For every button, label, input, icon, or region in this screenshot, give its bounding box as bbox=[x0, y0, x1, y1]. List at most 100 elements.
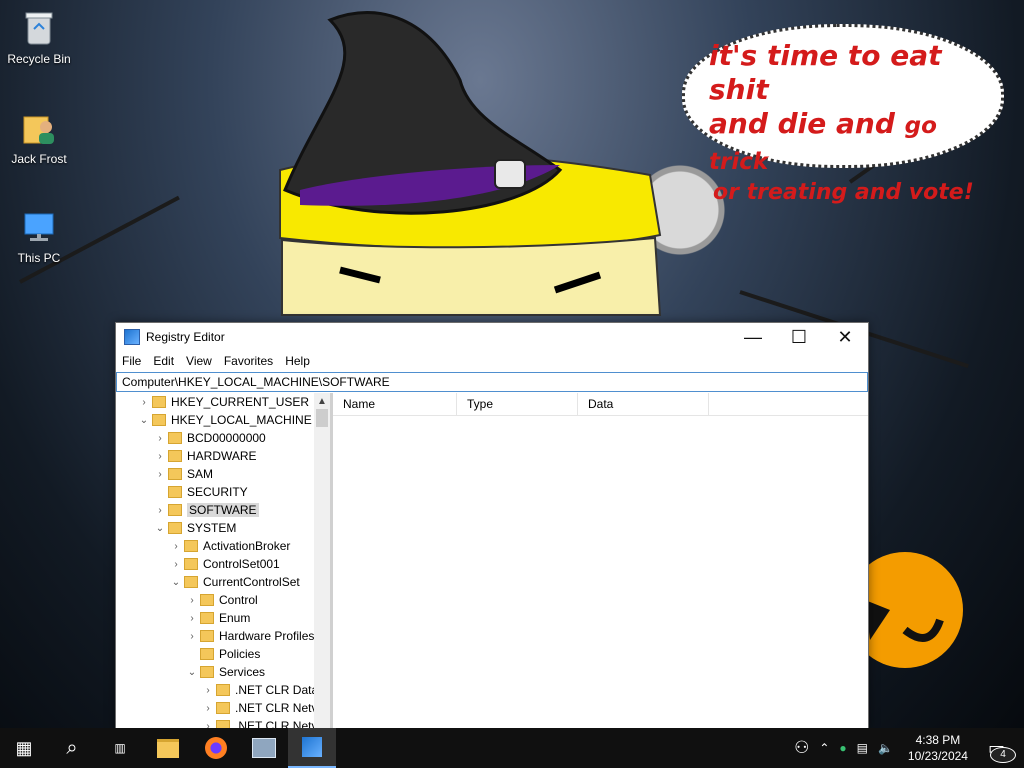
desktop-icon-this-pc[interactable]: This PC bbox=[1, 207, 77, 265]
expander-icon[interactable]: › bbox=[202, 681, 214, 699]
menu-help[interactable]: Help bbox=[279, 354, 316, 368]
tree-row[interactable]: › .NET CLR Netv bbox=[116, 699, 330, 717]
volume-icon[interactable]: 🔈 bbox=[873, 741, 898, 755]
title-bar[interactable]: Registry Editor — ☐ ✕ bbox=[116, 323, 868, 351]
minimize-button[interactable]: — bbox=[730, 323, 776, 351]
desktop-icon-recycle-bin[interactable]: Recycle Bin bbox=[1, 8, 77, 66]
windows-start-icon: ▦ bbox=[15, 737, 33, 758]
system-tray: ⚇ ⌃ ● ▤ 🔈 4:38 PM 10/23/2024 ▭ 4 bbox=[789, 728, 1024, 768]
registry-editor-taskbar-button[interactable] bbox=[288, 728, 336, 768]
task-view-button[interactable]: ▥ bbox=[96, 728, 144, 768]
tree-row-label: Control bbox=[219, 593, 258, 607]
desktop-icon-label: Recycle Bin bbox=[7, 52, 71, 66]
tree-row[interactable]: › SAM bbox=[116, 465, 330, 483]
scroll-up-icon[interactable]: ▲ bbox=[314, 393, 330, 409]
expander-icon[interactable]: › bbox=[202, 699, 214, 717]
folder-icon bbox=[168, 486, 182, 498]
tree-row-label: .NET CLR Data bbox=[235, 683, 319, 697]
scroll-thumb[interactable] bbox=[316, 409, 328, 427]
search-button[interactable]: ⌕ bbox=[48, 728, 96, 768]
column-type-header[interactable]: Type bbox=[457, 393, 578, 415]
expander-icon[interactable]: ⌄ bbox=[154, 519, 166, 537]
speech-line-3: or treating and vote! bbox=[713, 180, 974, 205]
expander-icon[interactable]: › bbox=[154, 501, 166, 519]
chevron-up-icon[interactable]: ⌃ bbox=[814, 741, 834, 755]
app-icon bbox=[252, 738, 276, 758]
expander-icon[interactable]: › bbox=[154, 429, 166, 447]
expander-icon[interactable]: › bbox=[186, 609, 198, 627]
speech-line-1: it's time to eat shit bbox=[709, 39, 942, 106]
clock-time: 4:38 PM bbox=[915, 733, 961, 747]
menu-edit[interactable]: Edit bbox=[147, 354, 180, 368]
tree-row[interactable]: › Enum bbox=[116, 609, 330, 627]
expander-icon[interactable]: ⌄ bbox=[170, 573, 182, 591]
folder-icon bbox=[184, 558, 198, 570]
speech-bubble: it's time to eat shit and die and go tri… bbox=[682, 24, 1004, 205]
tree-row[interactable]: › ActivationBroker bbox=[116, 537, 330, 555]
tree-row-label: SYSTEM bbox=[187, 521, 237, 535]
speech-line-2: and die and go trick bbox=[709, 107, 977, 179]
tree-row[interactable]: › HKEY_CURRENT_USER bbox=[116, 393, 330, 411]
folder-icon bbox=[200, 594, 214, 606]
app-button[interactable] bbox=[240, 728, 288, 768]
expander-icon[interactable]: › bbox=[138, 393, 150, 411]
close-button[interactable]: ✕ bbox=[822, 323, 868, 351]
recycle-bin-icon bbox=[19, 8, 59, 48]
tree-row[interactable]: › Control bbox=[116, 591, 330, 609]
desktop-icon-label: This PC bbox=[17, 251, 61, 265]
people-icon[interactable]: ⚇ bbox=[789, 738, 814, 758]
tree-row[interactable]: ⌄ HKEY_LOCAL_MACHINE bbox=[116, 411, 330, 429]
tree-row[interactable]: › ControlSet001 bbox=[116, 555, 330, 573]
registry-tree[interactable]: › HKEY_CURRENT_USER ⌄ HKEY_LOCAL_MACHINE › BC… bbox=[116, 393, 333, 729]
menu-favorites[interactable]: Favorites bbox=[218, 354, 279, 368]
tree-row[interactable]: Policies bbox=[116, 645, 330, 663]
menu-bar: File Edit View Favorites Help bbox=[116, 351, 868, 371]
folder-icon bbox=[200, 630, 214, 642]
menu-view[interactable]: View bbox=[180, 354, 218, 368]
maximize-button[interactable]: ☐ bbox=[776, 323, 822, 351]
expander-icon[interactable]: › bbox=[154, 447, 166, 465]
start-button[interactable]: ▦ bbox=[0, 728, 48, 768]
desktop-icon-user-folder[interactable]: Jack Frost bbox=[1, 108, 77, 166]
column-name-header[interactable]: Name bbox=[333, 393, 457, 415]
expander-icon[interactable]: › bbox=[170, 555, 182, 573]
notifications-button[interactable]: ▭ 4 bbox=[978, 738, 1024, 763]
tree-row[interactable]: › .NET CLR Data bbox=[116, 681, 330, 699]
registry-editor-window: Registry Editor — ☐ ✕ File Edit View Fav… bbox=[115, 322, 869, 730]
tree-row[interactable]: ⌄ Services bbox=[116, 663, 330, 681]
tree-row[interactable]: › Hardware Profiles bbox=[116, 627, 330, 645]
network-icon[interactable]: ▤ bbox=[852, 741, 873, 755]
column-data-header[interactable]: Data bbox=[578, 393, 709, 415]
address-text[interactable]: Computer\HKEY_LOCAL_MACHINE\SOFTWARE bbox=[122, 375, 390, 389]
folder-icon bbox=[216, 684, 230, 696]
clock-date: 10/23/2024 bbox=[907, 749, 968, 763]
firefox-button[interactable] bbox=[192, 728, 240, 768]
address-bar[interactable]: Computer\HKEY_LOCAL_MACHINE\SOFTWARE bbox=[116, 372, 868, 392]
desktop-icon-label: Jack Frost bbox=[11, 152, 67, 166]
tree-row[interactable]: ⌄ SYSTEM bbox=[116, 519, 330, 537]
window-title: Registry Editor bbox=[146, 330, 225, 344]
tree-row[interactable]: SECURITY bbox=[116, 483, 330, 501]
tree-row[interactable]: ⌄ CurrentControlSet bbox=[116, 573, 330, 591]
tree-row-label: Enum bbox=[219, 611, 251, 625]
expander-icon[interactable]: ⌄ bbox=[138, 411, 150, 429]
folder-icon bbox=[200, 666, 214, 678]
tree-row[interactable]: › BCD00000000 bbox=[116, 429, 330, 447]
tree-row[interactable]: › SOFTWARE bbox=[116, 501, 330, 519]
folder-icon bbox=[200, 648, 214, 660]
expander-icon[interactable]: ⌄ bbox=[186, 663, 198, 681]
notification-count: 4 bbox=[990, 746, 1016, 763]
tree-scrollbar[interactable]: ▲ bbox=[314, 393, 330, 729]
menu-file[interactable]: File bbox=[116, 354, 147, 368]
user-status-icon[interactable]: ● bbox=[834, 741, 851, 755]
expander-icon[interactable]: › bbox=[186, 591, 198, 609]
no-expander bbox=[186, 645, 198, 663]
file-explorer-button[interactable] bbox=[144, 728, 192, 768]
folder-icon bbox=[184, 540, 198, 552]
tree-row[interactable]: › HARDWARE bbox=[116, 447, 330, 465]
expander-icon[interactable]: › bbox=[170, 537, 182, 555]
expander-icon[interactable]: › bbox=[154, 465, 166, 483]
values-pane[interactable]: Name Type Data bbox=[333, 393, 868, 729]
clock[interactable]: 4:38 PM 10/23/2024 bbox=[898, 732, 978, 764]
expander-icon[interactable]: › bbox=[186, 627, 198, 645]
